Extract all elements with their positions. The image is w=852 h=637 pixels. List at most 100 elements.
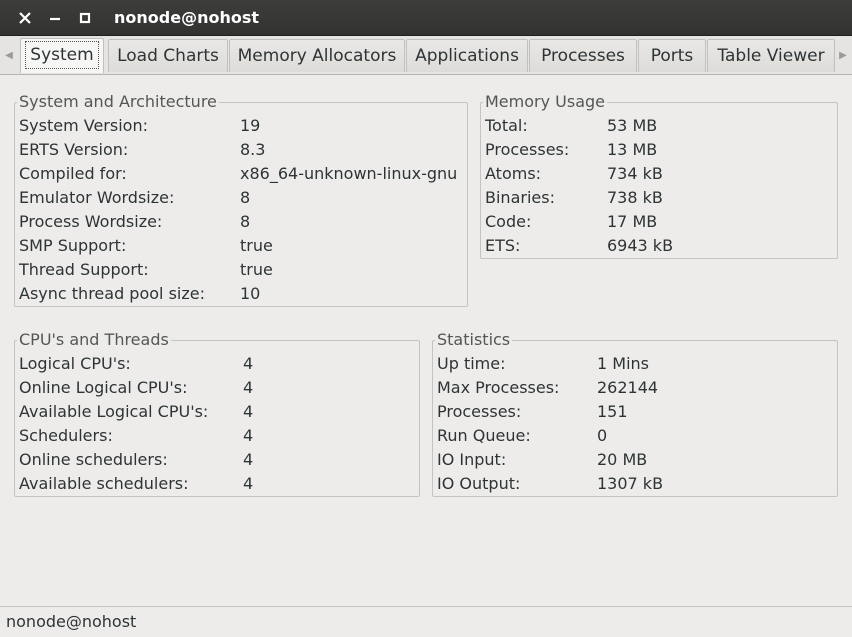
info-row: Binaries: 738 kB xyxy=(485,186,663,210)
maximize-icon xyxy=(79,12,91,23)
row-label: Async thread pool size: xyxy=(19,284,205,303)
row-label: Binaries: xyxy=(485,188,555,207)
row-value: 734 kB xyxy=(607,164,663,183)
tab-system[interactable]: System xyxy=(20,38,104,73)
tab-label: System xyxy=(25,41,99,69)
group-title: CPU's and Threads xyxy=(17,330,171,349)
tab-label: Load Charts xyxy=(117,46,219,66)
tab-scroll-right-button[interactable]: ▶ xyxy=(835,36,851,74)
info-row: ETS: 6943 kB xyxy=(485,234,673,258)
tab-label: Processes xyxy=(541,46,625,66)
row-value: 4 xyxy=(243,426,254,445)
row-label: Code: xyxy=(485,212,532,231)
row-label: System Version: xyxy=(19,116,148,135)
memory-usage-group: Memory Usage Total: 53 MB Processes: 13 MB… xyxy=(480,93,838,259)
tab-strip: ◀ System Load Charts Memory Allocators A… xyxy=(0,36,852,75)
triangle-left-icon: ◀ xyxy=(5,49,13,61)
row-value: 17 MB xyxy=(607,212,658,231)
info-row: IO Output: 1307 kB xyxy=(437,472,663,496)
row-value: 4 xyxy=(243,402,254,421)
row-label: Schedulers: xyxy=(19,426,113,445)
row-value: 0 xyxy=(597,426,608,445)
info-row: Compiled for: x86_64-unknown-linux-gnu xyxy=(19,162,457,186)
close-icon xyxy=(19,11,31,24)
row-label: Available schedulers: xyxy=(19,474,189,493)
row-label: Compiled for: xyxy=(19,164,127,183)
row-label: Process Wordsize: xyxy=(19,212,163,231)
statistics-group: Statistics Up time: 1 Mins Max Processes:… xyxy=(432,331,838,497)
row-label: Online schedulers: xyxy=(19,450,168,469)
row-value: 8 xyxy=(240,188,251,207)
row-label: Processes: xyxy=(437,402,522,421)
info-row: Process Wordsize: 8 xyxy=(19,210,250,234)
minimize-icon xyxy=(50,17,60,20)
info-row: Max Processes: 262144 xyxy=(437,376,658,400)
row-value: 20 MB xyxy=(597,450,648,469)
row-label: ETS: xyxy=(485,236,521,255)
row-value: 53 MB xyxy=(607,116,658,135)
row-value: 262144 xyxy=(597,378,659,397)
info-row: Run Queue: 0 xyxy=(437,424,607,448)
info-row: ERTS Version: 8.3 xyxy=(19,138,265,162)
row-value: 1 Mins xyxy=(597,354,649,373)
row-label: ERTS Version: xyxy=(19,140,129,159)
info-row: Total: 53 MB xyxy=(485,114,657,138)
row-label: Online Logical CPU's: xyxy=(19,378,188,397)
row-label: Max Processes: xyxy=(437,378,560,397)
group-title: Statistics xyxy=(435,330,513,349)
group-title: System and Architecture xyxy=(17,92,219,111)
row-value: x86_64-unknown-linux-gnu xyxy=(240,164,458,183)
info-row: Async thread pool size: 10 xyxy=(19,282,260,306)
info-row: Up time: 1 Mins xyxy=(437,352,649,376)
tab-label: Applications xyxy=(415,46,519,66)
row-value: 4 xyxy=(243,474,254,493)
maximize-button[interactable] xyxy=(71,0,99,35)
tab-load-charts[interactable]: Load Charts xyxy=(108,39,228,72)
row-value: 151 xyxy=(597,402,628,421)
row-label: SMP Support: xyxy=(19,236,127,255)
row-label: IO Output: xyxy=(437,474,521,493)
tab-ports[interactable]: Ports xyxy=(638,39,706,72)
info-row: Processes: 13 MB xyxy=(485,138,657,162)
row-value: true xyxy=(240,236,273,255)
tab-label: Memory Allocators xyxy=(237,46,397,66)
info-row: Processes: 151 xyxy=(437,400,628,424)
row-label: Emulator Wordsize: xyxy=(19,188,175,207)
row-value: 4 xyxy=(243,354,254,373)
tab-applications[interactable]: Applications xyxy=(406,39,528,72)
tab-processes[interactable]: Processes xyxy=(529,39,637,72)
tab-scroll-left-button[interactable]: ◀ xyxy=(1,36,17,74)
info-row: Atoms: 734 kB xyxy=(485,162,663,186)
cpus-threads-group: CPU's and Threads Logical CPU's: 4 Online… xyxy=(14,331,420,497)
row-value: 10 xyxy=(240,284,261,303)
system-architecture-group: System and Architecture System Version: 1… xyxy=(14,93,468,307)
row-value: 738 kB xyxy=(607,188,663,207)
row-label: Processes: xyxy=(485,140,570,159)
close-button[interactable] xyxy=(11,0,39,35)
row-value: 4 xyxy=(243,378,254,397)
group-title: Memory Usage xyxy=(483,92,608,111)
minimize-button[interactable] xyxy=(41,0,69,35)
row-value: 6943 kB xyxy=(607,236,674,255)
row-label: Total: xyxy=(485,116,528,135)
info-row: IO Input: 20 MB xyxy=(437,448,647,472)
tab-table-viewer[interactable]: Table Viewer xyxy=(707,39,835,72)
row-value: 4 xyxy=(243,450,254,469)
row-label: IO Input: xyxy=(437,450,507,469)
info-row: Online schedulers: 4 xyxy=(19,448,253,472)
title-bar: nonode@nohost xyxy=(0,0,852,36)
row-value: 13 MB xyxy=(607,140,658,159)
row-label: Run Queue: xyxy=(437,426,531,445)
tab-label: Table Viewer xyxy=(717,46,825,66)
tab-memory-allocators[interactable]: Memory Allocators xyxy=(229,39,405,72)
info-row: Emulator Wordsize: 8 xyxy=(19,186,250,210)
info-row: SMP Support: true xyxy=(19,234,273,258)
row-label: Atoms: xyxy=(485,164,542,183)
info-row: Thread Support: true xyxy=(19,258,273,282)
row-value: 8 xyxy=(240,212,251,231)
row-value: 19 xyxy=(240,116,261,135)
row-label: Logical CPU's: xyxy=(19,354,131,373)
status-bar: nonode@nohost xyxy=(0,606,852,636)
info-row: Available schedulers: 4 xyxy=(19,472,253,496)
row-value: 8.3 xyxy=(240,140,266,159)
